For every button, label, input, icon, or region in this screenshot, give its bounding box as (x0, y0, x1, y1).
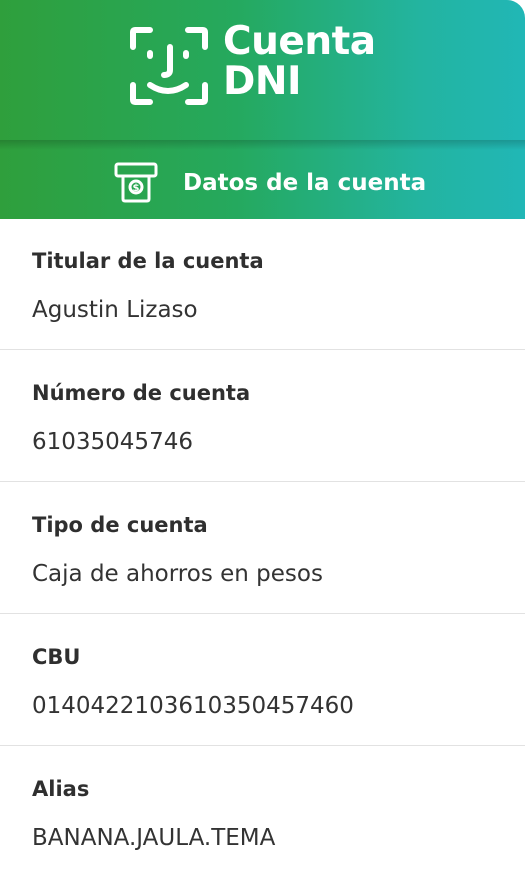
logo-line-2: DNI (223, 59, 302, 104)
field-account-holder: Titular de la cuenta Agustin Lizaso (0, 219, 525, 350)
field-value[interactable]: BANANA.JAULA.TEMA (32, 825, 275, 851)
field-label: Número de cuenta (32, 381, 251, 405)
field-label: Tipo de cuenta (32, 513, 208, 537)
header: Cuenta DNI $ Datos de la cuenta (0, 0, 525, 219)
atm-cash-icon: $ (114, 162, 158, 203)
field-value[interactable]: Caja de ahorros en pesos (32, 561, 323, 587)
field-value[interactable]: Agustin Lizaso (32, 297, 198, 323)
field-label: Alias (32, 777, 90, 801)
field-cbu: CBU 0140422103610350457460 (0, 615, 525, 746)
field-label: CBU (32, 645, 81, 669)
logo-line-1: Cuenta (223, 19, 376, 64)
field-value[interactable]: 0140422103610350457460 (32, 693, 354, 719)
account-details-screen: Cuenta DNI $ Datos de la cuenta Titular … (0, 0, 525, 880)
field-account-type: Tipo de cuenta Caja de ahorros en pesos (0, 483, 525, 614)
face-scan-icon (130, 27, 208, 105)
svg-text:$: $ (133, 183, 140, 194)
field-label: Titular de la cuenta (32, 249, 264, 273)
field-value[interactable]: 61035045746 (32, 429, 193, 455)
logo-text: Cuenta DNI (223, 22, 376, 102)
field-account-number: Número de cuenta 61035045746 (0, 351, 525, 482)
section-title: Datos de la cuenta (183, 170, 427, 196)
field-alias: Alias BANANA.JAULA.TEMA (0, 747, 525, 878)
